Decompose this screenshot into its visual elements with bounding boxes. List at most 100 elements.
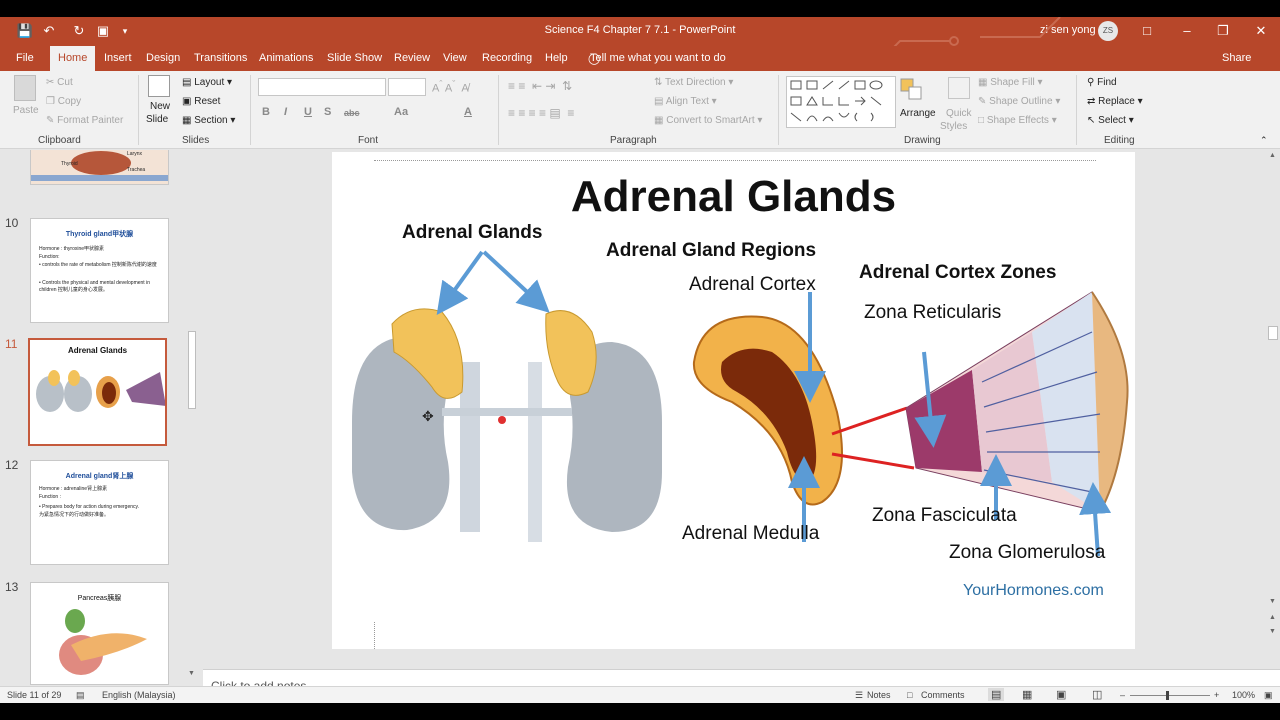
bold-button[interactable]: B	[262, 106, 270, 118]
zoom-in-icon[interactable]: +	[1214, 690, 1219, 700]
previous-slide-icon[interactable]: ▲	[1269, 614, 1276, 621]
zoom-level[interactable]: 100%	[1232, 690, 1255, 700]
zoom-slider-thumb[interactable]	[1166, 691, 1169, 700]
convert-smartart-button[interactable]: ▦ Convert to SmartArt ▾	[654, 115, 762, 126]
share-button[interactable]: Share	[1222, 52, 1251, 64]
scrollbar-thumb[interactable]	[1268, 326, 1278, 340]
comments-button[interactable]: Comments	[921, 690, 965, 700]
tab-slide-show[interactable]: Slide Show	[327, 52, 382, 64]
arrange-button[interactable]: Arrange	[900, 108, 936, 119]
slide-number: 11	[5, 337, 18, 351]
tell-me-search[interactable]: Tell me what you want to do	[590, 52, 726, 64]
tab-design[interactable]: Design	[146, 52, 180, 64]
label-adrenal-medulla: Adrenal Medulla	[682, 523, 820, 544]
format-painter-button[interactable]: ✎ Format Painter	[46, 115, 123, 126]
thumb-text: 为紧急情况下的行动做好准备。	[39, 512, 110, 518]
shapes-gallery-icons	[790, 80, 883, 122]
slide-thumbnail-9[interactable]: Thyroid Trachea Larynx	[30, 150, 169, 185]
shadow-button[interactable]: S	[324, 106, 331, 118]
strikethrough-button[interactable]: abc	[344, 108, 360, 118]
select-button[interactable]: ↖ Select ▾	[1087, 115, 1134, 126]
shape-outline-button[interactable]: ✎ Shape Outline ▾	[978, 96, 1060, 107]
thumbnail-scrollbar[interactable]: ▼	[186, 163, 198, 685]
tab-insert[interactable]: Insert	[104, 52, 132, 64]
font-color-button[interactable]: A	[464, 106, 472, 118]
scrollbar-thumb[interactable]	[188, 331, 196, 409]
zoom-out-icon[interactable]: –	[1120, 690, 1125, 700]
new-slide-button-line2[interactable]: Slide	[146, 114, 168, 125]
slide-thumbnail-13[interactable]: Pancreas胰腺	[30, 582, 169, 685]
restore-icon[interactable]: ❐	[1212, 21, 1234, 41]
slide-scrollbar[interactable]: ▲ ▼ ▲ ▼	[1266, 150, 1280, 669]
zoom-slider[interactable]	[1130, 695, 1210, 696]
paint-bucket-icon: ▦	[978, 77, 991, 88]
section-button[interactable]: ▦ Section ▾	[182, 115, 235, 126]
shapes-gallery[interactable]	[786, 76, 896, 128]
thumb-text: Hormone : adrenaline肾上腺素	[39, 486, 108, 492]
reading-view-icon[interactable]: ▣	[1056, 688, 1066, 701]
find-button[interactable]: ⚲ Find	[1087, 77, 1117, 88]
layout-button[interactable]: ▤ Layout ▾	[182, 77, 232, 88]
label-adrenal-cortex: Adrenal Cortex	[689, 274, 816, 295]
tab-home[interactable]: Home	[50, 46, 96, 71]
quick-styles-button-line2[interactable]: Styles	[940, 121, 967, 132]
adrenal-cross-section-image	[692, 315, 843, 506]
slide-sorter-icon[interactable]: ▦	[1022, 688, 1032, 701]
italic-button[interactable]: I	[284, 106, 287, 118]
normal-view-icon[interactable]: ▤	[988, 688, 1005, 701]
comments-icon[interactable]: □	[907, 690, 912, 700]
scroll-down-icon[interactable]: ▼	[188, 670, 195, 677]
quick-styles-icon[interactable]	[948, 77, 970, 99]
paste-icon[interactable]	[14, 75, 36, 101]
language-indicator[interactable]: English (Malaysia)	[102, 690, 176, 700]
tab-recording[interactable]: Recording	[482, 52, 532, 64]
slideshow-icon[interactable]: ◫	[1092, 688, 1102, 701]
tab-animations[interactable]: Animations	[259, 52, 313, 64]
alignment-icons[interactable]: ≡ ≡ ≡ ≡ ▤ ≡	[508, 106, 574, 120]
tab-review[interactable]: Review	[394, 52, 430, 64]
arrange-icon[interactable]	[899, 77, 925, 103]
new-slide-icon[interactable]	[148, 75, 170, 97]
shape-fill-button[interactable]: ▦ Shape Fill ▾	[978, 77, 1043, 88]
text-direction-icon: ⇅	[654, 77, 665, 88]
minimize-icon[interactable]: –	[1176, 21, 1198, 41]
layout-icon: ▤	[182, 77, 195, 88]
thumb-title: Thyroid gland甲状腺	[65, 231, 134, 238]
tab-file[interactable]: File	[16, 52, 34, 64]
notes-icon[interactable]: ☰	[855, 690, 863, 701]
new-slide-button[interactable]: New	[150, 101, 170, 112]
slide-thumbnail-12[interactable]: Adrenal gland肾上腺 Hormone : adrenaline肾上腺…	[30, 460, 169, 565]
collapse-ribbon-icon[interactable]: ⌃	[1260, 135, 1268, 146]
spellcheck-icon[interactable]: ▤	[76, 690, 85, 701]
paste-button[interactable]: Paste	[13, 105, 39, 116]
tab-help[interactable]: Help	[545, 52, 568, 64]
underline-button[interactable]: U	[304, 106, 312, 118]
align-text-button[interactable]: ▤ Align Text ▾	[654, 96, 717, 107]
font-size-controls[interactable]: Aˆ Aˇ A̸	[432, 79, 469, 95]
slide-thumbnail-10[interactable]: Thyroid gland甲状腺 Hormone : thyroxine甲状腺素…	[30, 218, 169, 323]
scroll-up-icon[interactable]: ▲	[1269, 152, 1276, 159]
replace-button[interactable]: ⇄ Replace ▾	[1087, 96, 1143, 107]
reset-button[interactable]: ▣ Reset	[182, 96, 220, 107]
slide-canvas[interactable]: Adrenal Glands Adrenal Glands Adrenal Gl…	[332, 152, 1135, 649]
notes-button[interactable]: Notes	[867, 690, 891, 700]
copy-button[interactable]: ❐ Copy	[46, 96, 81, 107]
bullets-numbering-icons[interactable]: ≡ ≡ ⇤ ⇥ ⇅	[508, 79, 572, 93]
quick-styles-button[interactable]: Quick	[946, 108, 972, 119]
scroll-down-icon[interactable]: ▼	[1269, 598, 1276, 605]
shape-effects-button[interactable]: □ Shape Effects ▾	[978, 115, 1057, 126]
fit-slide-icon[interactable]: ▣	[1264, 690, 1273, 701]
close-icon[interactable]: ✕	[1250, 21, 1272, 41]
slide-thumbnail-11[interactable]: Adrenal Glands	[28, 338, 167, 446]
ribbon-display-icon[interactable]: □	[1136, 21, 1158, 41]
font-size-combobox[interactable]	[388, 78, 426, 96]
change-case-button[interactable]: Aa	[394, 106, 408, 118]
tab-view[interactable]: View	[443, 52, 467, 64]
tab-transitions[interactable]: Transitions	[194, 52, 247, 64]
search-icon: ⚲	[1087, 77, 1098, 88]
font-name-combobox[interactable]	[258, 78, 386, 96]
slide-number: 12	[5, 458, 19, 472]
cut-button[interactable]: ✂ Cut	[46, 77, 73, 88]
text-direction-button[interactable]: ⇅ Text Direction ▾	[654, 77, 733, 88]
next-slide-icon[interactable]: ▼	[1269, 628, 1276, 635]
